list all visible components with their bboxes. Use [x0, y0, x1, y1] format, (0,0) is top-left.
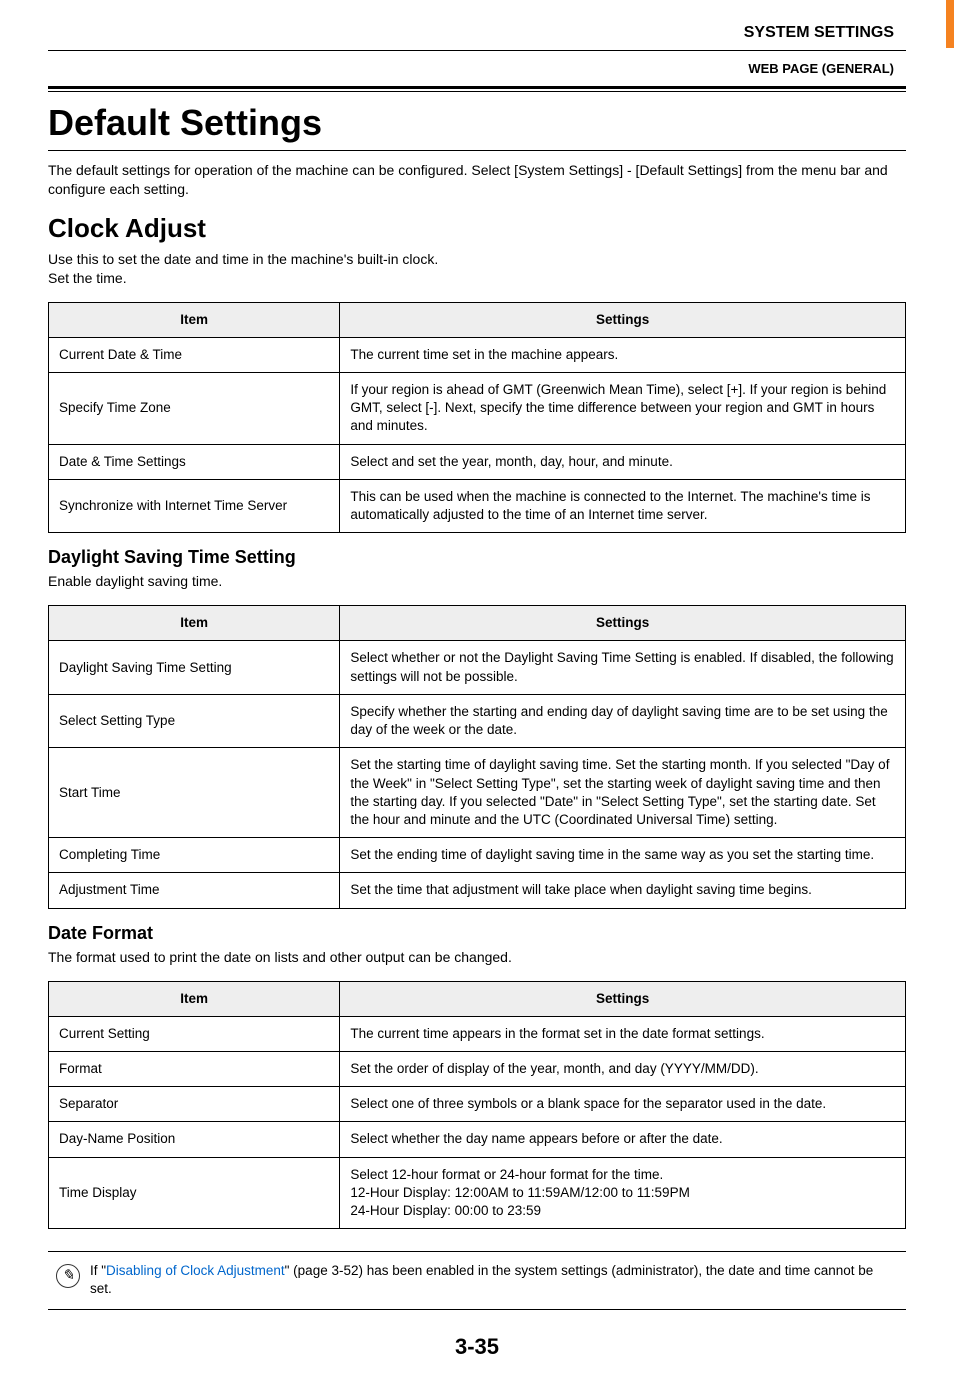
col-header-item: Item	[49, 981, 340, 1016]
table-row: Current Setting The current time appears…	[49, 1016, 906, 1051]
item-cell: Current Setting	[49, 1016, 340, 1051]
table-row: Adjustment Time Set the time that adjust…	[49, 873, 906, 908]
settings-cell: Select whether or not the Daylight Savin…	[340, 641, 906, 694]
divider	[48, 50, 906, 51]
table-row: Completing Time Set the ending time of d…	[49, 838, 906, 873]
settings-cell: The current time set in the machine appe…	[340, 337, 906, 372]
item-cell: Time Display	[49, 1157, 340, 1229]
settings-cell: If your region is ahead of GMT (Greenwic…	[340, 373, 906, 445]
table-row: Day-Name Position Select whether the day…	[49, 1122, 906, 1157]
note-icon: ✎	[56, 1264, 80, 1288]
settings-cell: This can be used when the machine is con…	[340, 479, 906, 532]
table-row: Daylight Saving Time Setting Select whet…	[49, 641, 906, 694]
table-row: Specify Time Zone If your region is ahea…	[49, 373, 906, 445]
settings-cell: Set the time that adjustment will take p…	[340, 873, 906, 908]
settings-cell: Select whether the day name appears befo…	[340, 1122, 906, 1157]
note-text: If "Disabling of Clock Adjustment" (page…	[90, 1262, 898, 1298]
settings-cell: Set the order of display of the year, mo…	[340, 1051, 906, 1086]
note-prefix: If "	[90, 1263, 106, 1278]
item-cell: Adjustment Time	[49, 873, 340, 908]
section-label: SYSTEM SETTINGS	[48, 24, 906, 42]
clock-desc-2: Set the time.	[48, 269, 906, 288]
col-header-settings: Settings	[340, 606, 906, 641]
page-number: 3-35	[48, 1334, 906, 1360]
col-header-item: Item	[49, 302, 340, 337]
table-row: Date & Time Settings Select and set the …	[49, 444, 906, 479]
table-row: Start Time Set the starting time of dayl…	[49, 748, 906, 838]
dateformat-table: Item Settings Current Setting The curren…	[48, 981, 906, 1230]
dst-desc: Enable daylight saving time.	[48, 572, 906, 591]
item-cell: Format	[49, 1051, 340, 1086]
item-cell: Daylight Saving Time Setting	[49, 641, 340, 694]
col-header-settings: Settings	[340, 981, 906, 1016]
settings-cell: Select and set the year, month, day, hou…	[340, 444, 906, 479]
title-description: The default settings for operation of th…	[48, 161, 906, 199]
item-cell: Synchronize with Internet Time Server	[49, 479, 340, 532]
clock-desc-1: Use this to set the date and time in the…	[48, 250, 906, 269]
dateformat-heading: Date Format	[48, 923, 906, 944]
settings-cell: Set the ending time of daylight saving t…	[340, 838, 906, 873]
item-cell: Specify Time Zone	[49, 373, 340, 445]
table-row: Time Display Select 12-hour format or 24…	[49, 1157, 906, 1229]
subsection-label: WEB PAGE (GENERAL)	[48, 61, 906, 76]
item-cell: Current Date & Time	[49, 337, 340, 372]
table-row: Separator Select one of three symbols or…	[49, 1087, 906, 1122]
table-row: Select Setting Type Specify whether the …	[49, 694, 906, 747]
table-row: Current Date & Time The current time set…	[49, 337, 906, 372]
dst-heading: Daylight Saving Time Setting	[48, 547, 906, 568]
clock-heading: Clock Adjust	[48, 213, 906, 244]
note-box: ✎ If "Disabling of Clock Adjustment" (pa…	[48, 1251, 906, 1309]
settings-cell: Select one of three symbols or a blank s…	[340, 1087, 906, 1122]
clock-table: Item Settings Current Date & Time The cu…	[48, 302, 906, 534]
dst-table: Item Settings Daylight Saving Time Setti…	[48, 605, 906, 908]
divider-heavy	[48, 86, 906, 89]
item-cell: Date & Time Settings	[49, 444, 340, 479]
dateformat-desc: The format used to print the date on lis…	[48, 948, 906, 967]
col-header-settings: Settings	[340, 302, 906, 337]
settings-cell: The current time appears in the format s…	[340, 1016, 906, 1051]
item-cell: Separator	[49, 1087, 340, 1122]
accent-bar	[946, 0, 954, 48]
item-cell: Start Time	[49, 748, 340, 838]
note-link[interactable]: Disabling of Clock Adjustment	[106, 1263, 285, 1278]
table-row: Format Set the order of display of the y…	[49, 1051, 906, 1086]
divider-thin	[48, 91, 906, 92]
item-cell: Select Setting Type	[49, 694, 340, 747]
table-row: Synchronize with Internet Time Server Th…	[49, 479, 906, 532]
settings-cell: Select 12-hour format or 24-hour format …	[340, 1157, 906, 1229]
page-title: Default Settings	[48, 102, 906, 144]
col-header-item: Item	[49, 606, 340, 641]
item-cell: Day-Name Position	[49, 1122, 340, 1157]
title-underline	[48, 150, 906, 151]
item-cell: Completing Time	[49, 838, 340, 873]
settings-cell: Specify whether the starting and ending …	[340, 694, 906, 747]
settings-cell: Set the starting time of daylight saving…	[340, 748, 906, 838]
